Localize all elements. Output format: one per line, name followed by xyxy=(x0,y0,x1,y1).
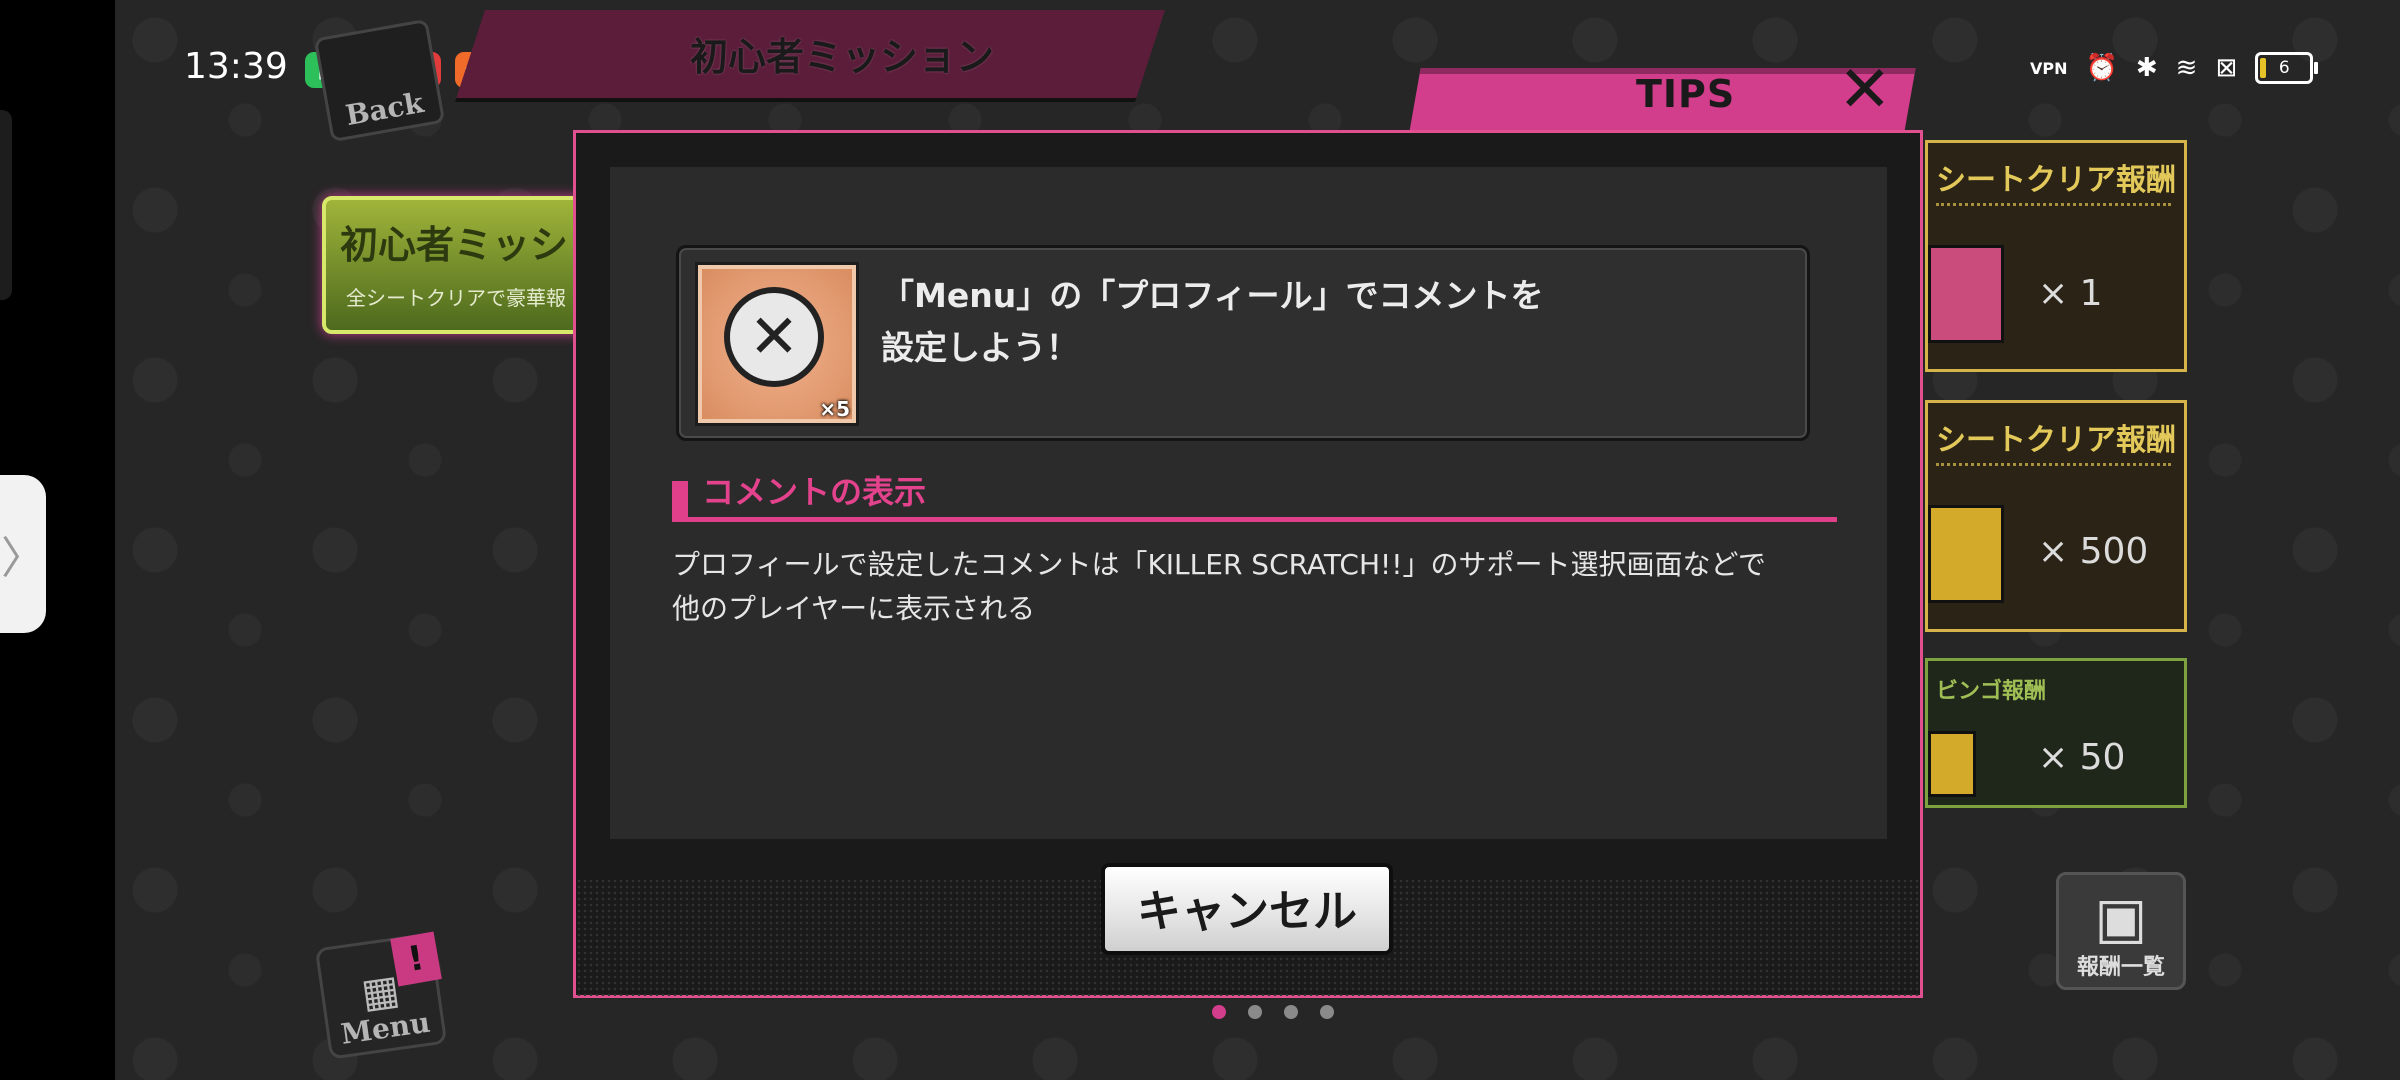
section-body-line-2: 他のプレイヤーに表示される xyxy=(672,592,1036,625)
sheet-clear-reward-panel-2[interactable]: シートクリア報酬 × 500 xyxy=(1925,400,2187,632)
mission-reward-item: ✕ ×5 xyxy=(695,262,859,426)
bingo-reward-panel[interactable]: ビンゴ報酬 × 50 xyxy=(1925,658,2187,808)
vpn-icon: VPN xyxy=(2030,58,2068,78)
alarm-icon: ⏰ xyxy=(2085,53,2118,83)
beginner-mission-subtitle: 全シートクリアで豪華報 xyxy=(346,286,566,310)
page-dot[interactable] xyxy=(1248,1005,1262,1019)
wifi-icon: ≋ xyxy=(2175,53,2198,83)
menu-alert-badge: ! xyxy=(390,931,442,987)
mission-description: 「Menu」の「プロフィール」でコメントを 設定しよう！ xyxy=(881,270,1761,374)
back-button[interactable]: Back xyxy=(313,18,446,143)
ticket-icon xyxy=(1928,245,2004,343)
gem-icon xyxy=(1928,731,1976,797)
reward-quantity: × 500 xyxy=(2038,531,2149,572)
page-dot[interactable] xyxy=(1212,1005,1226,1019)
gem-icon xyxy=(1928,505,2004,603)
section-body: プロフィールで設定したコメントは「KILLER SCRATCH!!」のサポート選… xyxy=(672,543,1852,631)
tips-dialog: ✕ ×5 「Menu」の「プロフィール」でコメントを 設定しよう！ コメントの表… xyxy=(573,130,1923,998)
beginner-mission-title: 初心者ミッシ xyxy=(340,223,569,267)
mission-line-2: 設定しよう！ xyxy=(881,328,1079,367)
back-label: Back xyxy=(343,86,426,133)
reward-divider xyxy=(1936,463,2171,466)
cancel-button[interactable]: キャンセル xyxy=(1101,863,1393,955)
mission-card: ✕ ×5 「Menu」の「プロフィール」でコメントを 設定しよう！ xyxy=(676,245,1810,441)
page-dot[interactable] xyxy=(1320,1005,1334,1019)
section-body-line-1: プロフィールで設定したコメントは「KILLER SCRATCH!!」のサポート選… xyxy=(672,548,1766,581)
section-marker xyxy=(672,481,688,521)
reward-list-button[interactable]: ▣ 報酬一覧 xyxy=(2056,872,2186,990)
reward-quantity: × 50 xyxy=(2038,737,2126,778)
page-dot[interactable] xyxy=(1284,1005,1298,1019)
beginner-mission-card[interactable]: 初心者ミッシ 全シートクリアで豪華報 xyxy=(322,196,590,334)
reward-divider xyxy=(1936,203,2171,206)
status-system-icons: VPN ⏰ ✱ ≋ ⊠ 6 xyxy=(2030,52,2319,84)
box-icon: ▣ xyxy=(2094,886,2148,951)
reward-count: ×5 xyxy=(819,397,850,421)
section-title: コメントの表示 xyxy=(702,473,927,511)
reward-label: シートクリア報酬 xyxy=(1936,163,2176,198)
bluetooth-icon: ✱ xyxy=(2135,53,2158,83)
side-notch xyxy=(0,110,12,300)
grid-icon: ▦ xyxy=(358,966,403,1018)
battery-icon: 6 xyxy=(2255,52,2319,84)
menu-label: Menu xyxy=(338,1005,433,1051)
dialog-content: ✕ ×5 「Menu」の「プロフィール」でコメントを 設定しよう！ コメントの表… xyxy=(610,167,1887,839)
status-time: 13:39 xyxy=(184,46,288,87)
tips-title: TIPS xyxy=(1636,72,1736,116)
sheet-clear-reward-panel-1[interactable]: シートクリア報酬 × 1 xyxy=(1925,140,2187,372)
mission-header-title: 初心者ミッション xyxy=(690,35,995,79)
reward-list-label: 報酬一覧 xyxy=(2076,955,2165,980)
close-icon[interactable]: ✕ xyxy=(1838,58,1892,122)
section-header: コメントの表示 xyxy=(672,467,1837,522)
page-indicator xyxy=(1212,1005,1334,1019)
reward-label: ビンゴ報酬 xyxy=(1936,679,2047,704)
microphone-medal-icon: ✕ xyxy=(724,287,824,387)
reward-quantity: × 1 xyxy=(2038,273,2103,314)
side-panel-handle[interactable]: 〉 xyxy=(0,475,46,633)
sim-off-icon: ⊠ xyxy=(2215,53,2238,83)
reward-label: シートクリア報酬 xyxy=(1936,423,2176,458)
mission-line-1: 「Menu」の「プロフィール」でコメントを xyxy=(881,276,1544,315)
